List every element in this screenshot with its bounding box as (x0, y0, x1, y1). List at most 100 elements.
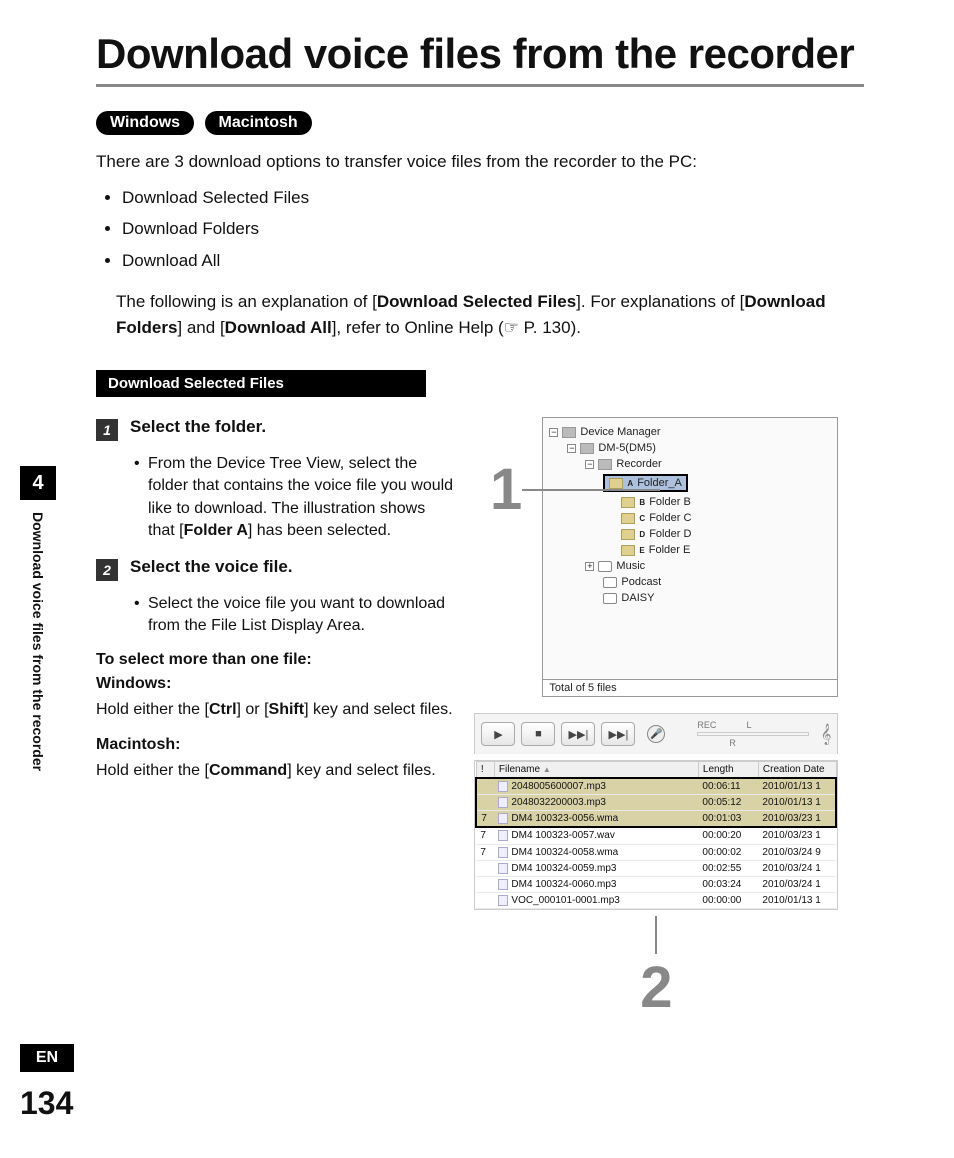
folder-icon (621, 529, 635, 540)
file-icon (498, 895, 508, 906)
step-title: Select the voice file. (130, 557, 293, 577)
option-item: Download All (122, 248, 864, 274)
row-date: 2010/03/24 9 (758, 844, 836, 860)
step-number-icon: 2 (96, 559, 118, 581)
podcast-icon (603, 577, 617, 588)
table-row[interactable]: DM4 100324-0060.mp3 00:03:24 2010/03/24 … (476, 876, 836, 892)
table-row[interactable]: VOC_000101-0001.mp3 00:00:00 2010/01/13 … (476, 892, 836, 908)
macintosh-text: Hold either the [Command] key and select… (96, 760, 454, 782)
tree-folder-d[interactable]: D Folder D (549, 526, 831, 542)
row-date: 2010/03/23 1 (758, 811, 836, 828)
row-filename: VOC_000101-0001.mp3 (494, 892, 698, 908)
row-length: 00:03:24 (698, 876, 758, 892)
row-index (476, 892, 494, 908)
row-length: 00:00:00 (698, 892, 758, 908)
tree-folder-e[interactable]: E Folder E (549, 542, 831, 558)
tree-music[interactable]: + Music (549, 558, 831, 574)
row-filename: DM4 100323-0057.wav (494, 827, 698, 844)
row-index: 7 (476, 827, 494, 844)
row-date: 2010/01/13 1 (758, 795, 836, 811)
windows-text: Hold either the [Ctrl] or [Shift] key an… (96, 699, 454, 721)
row-date: 2010/01/13 1 (758, 778, 836, 795)
row-length: 00:02:55 (698, 860, 758, 876)
options-list: Download Selected Files Download Folders… (96, 185, 864, 274)
badge-macintosh: Macintosh (205, 111, 312, 135)
skip-button[interactable]: ▶▶| (601, 722, 635, 746)
file-icon (498, 797, 508, 808)
next-cue-button[interactable]: ▶▶| (561, 722, 595, 746)
tree-label: Folder E (649, 544, 691, 556)
row-index (476, 778, 494, 795)
tree-label: Device Manager (580, 426, 660, 438)
tree-root[interactable]: − Device Manager (549, 424, 831, 440)
macintosh-heading: Macintosh: (96, 736, 454, 754)
collapse-icon[interactable]: − (567, 444, 576, 453)
file-list-pane: ! Filename ▲ Length Creation Date 204800… (474, 760, 838, 910)
col-filename[interactable]: Filename ▲ (494, 762, 698, 779)
row-date: 2010/03/23 1 (758, 827, 836, 844)
step-title: Select the folder. (130, 417, 266, 437)
expand-icon[interactable]: + (585, 562, 594, 571)
level-meter: RECL R (697, 720, 808, 748)
page-title: Download voice files from the recorder (96, 30, 864, 87)
row-filename: DM4 100324-0058.wma (494, 844, 698, 860)
computer-icon (562, 427, 576, 438)
row-length: 00:00:02 (698, 844, 758, 860)
file-icon (498, 830, 508, 841)
row-filename: DM4 100324-0059.mp3 (494, 860, 698, 876)
step-2-body: Select the voice file you want to downlo… (96, 593, 454, 638)
folder-icon (621, 545, 635, 556)
language-label: EN (20, 1044, 74, 1072)
table-row[interactable]: 7 DM4 100323-0056.wma 00:01:03 2010/03/2… (476, 811, 836, 828)
player-toolbar: ▶ ■ ▶▶| ▶▶| 🎤 RECL R 𝄞 (474, 713, 838, 754)
tree-label: DAISY (621, 592, 654, 604)
row-length: 00:01:03 (698, 811, 758, 828)
row-index (476, 860, 494, 876)
row-length: 00:06:11 (698, 778, 758, 795)
option-item: Download Folders (122, 216, 864, 242)
row-length: 00:05:12 (698, 795, 758, 811)
stop-button[interactable]: ■ (521, 722, 555, 746)
collapse-icon[interactable]: − (549, 428, 558, 437)
sort-asc-icon: ▲ (543, 765, 551, 774)
row-index: 7 (476, 844, 494, 860)
file-icon (498, 813, 508, 824)
step-1-body: From the Device Tree View, select the fo… (96, 453, 454, 543)
row-filename: DM4 100323-0056.wma (494, 811, 698, 828)
microphone-icon[interactable]: 🎤 (647, 725, 665, 743)
chapter-number: 4 (20, 466, 56, 500)
tree-label: Podcast (621, 576, 661, 588)
os-badges: Windows Macintosh (96, 111, 864, 135)
side-title: Download voice files from the recorder (30, 500, 46, 860)
device-icon (580, 443, 594, 454)
callout-2: 2 (474, 916, 838, 1021)
col-date[interactable]: Creation Date (758, 762, 836, 779)
tree-label: Folder D (649, 528, 691, 540)
col-index[interactable]: ! (476, 762, 494, 779)
row-filename: DM4 100324-0060.mp3 (494, 876, 698, 892)
play-button[interactable]: ▶ (481, 722, 515, 746)
multi-select-heading: To select more than one file: (96, 651, 454, 669)
side-tab: 4 Download voice files from the recorder (20, 466, 56, 860)
row-length: 00:00:20 (698, 827, 758, 844)
tree-label: Music (616, 560, 645, 572)
page-number: 134 (20, 1085, 73, 1122)
table-row[interactable]: 2048005600007.mp3 00:06:11 2010/01/13 1 (476, 778, 836, 795)
table-row[interactable]: 7 DM4 100323-0057.wav 00:00:20 2010/03/2… (476, 827, 836, 844)
tree-podcast[interactable]: Podcast (549, 574, 831, 590)
daisy-icon (603, 593, 617, 604)
table-row[interactable]: 7 DM4 100324-0058.wma 00:00:02 2010/03/2… (476, 844, 836, 860)
section-heading: Download Selected Files (96, 370, 426, 397)
col-length[interactable]: Length (698, 762, 758, 779)
tree-device[interactable]: − DM-5(DM5) (549, 440, 831, 456)
row-index (476, 876, 494, 892)
row-date: 2010/03/24 1 (758, 876, 836, 892)
tree-daisy[interactable]: DAISY (549, 590, 831, 606)
callout-1: 1 (490, 456, 660, 523)
table-row[interactable]: DM4 100324-0059.mp3 00:02:55 2010/03/24 … (476, 860, 836, 876)
treble-clef-icon[interactable]: 𝄞 (821, 724, 832, 745)
row-index: 7 (476, 811, 494, 828)
row-date: 2010/01/13 1 (758, 892, 836, 908)
table-row[interactable]: 2048032200003.mp3 00:05:12 2010/01/13 1 (476, 795, 836, 811)
option-item: Download Selected Files (122, 185, 864, 211)
